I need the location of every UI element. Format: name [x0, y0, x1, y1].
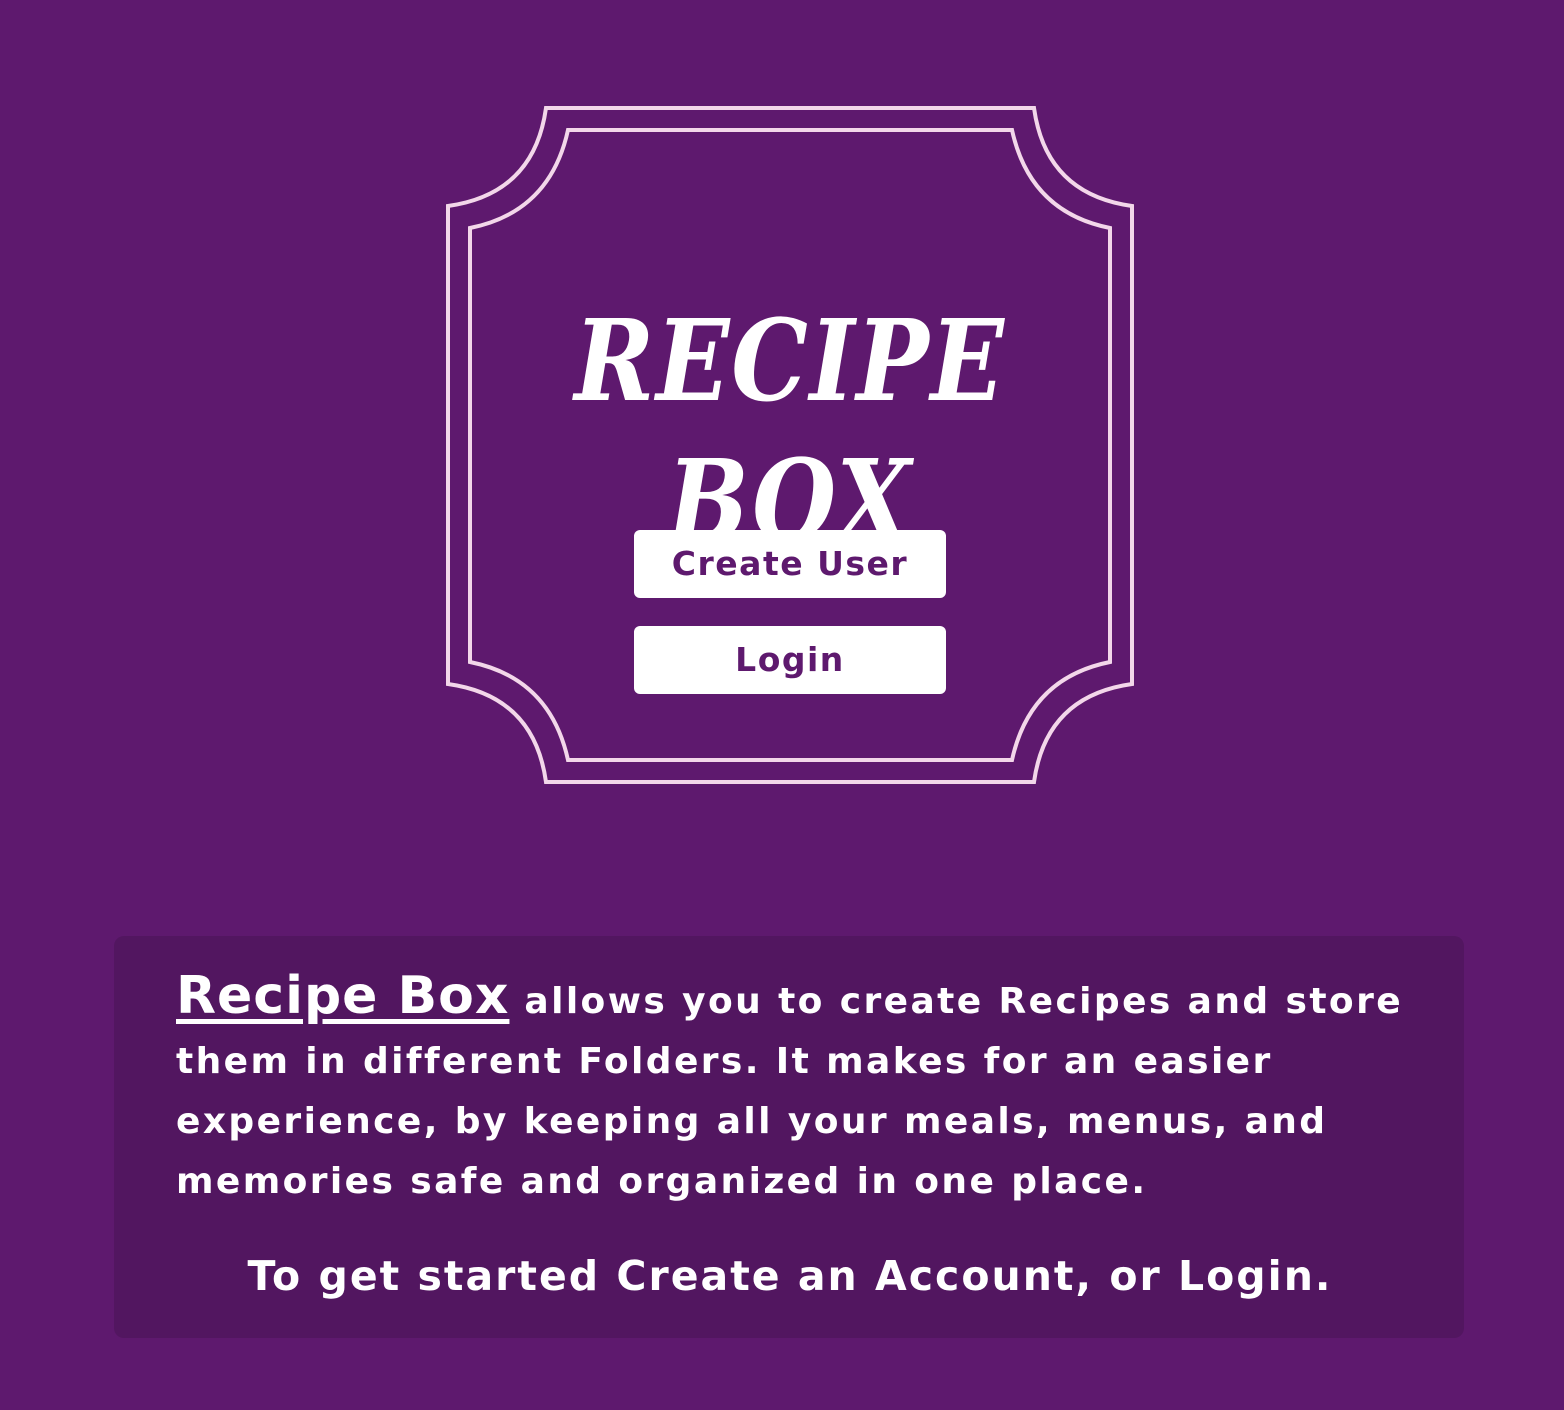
logo-frame: RECIPE BOX Create User Login	[440, 100, 1140, 790]
create-user-button[interactable]: Create User	[634, 530, 946, 598]
description-paragraph: Recipe Box allows you to create Recipes …	[176, 966, 1404, 1212]
login-button[interactable]: Login	[634, 626, 946, 694]
call-to-action: To get started Create an Account, or Log…	[247, 1252, 1333, 1300]
brand-link[interactable]: Recipe Box	[176, 966, 509, 1026]
info-panel: Recipe Box allows you to create Recipes …	[114, 936, 1464, 1338]
